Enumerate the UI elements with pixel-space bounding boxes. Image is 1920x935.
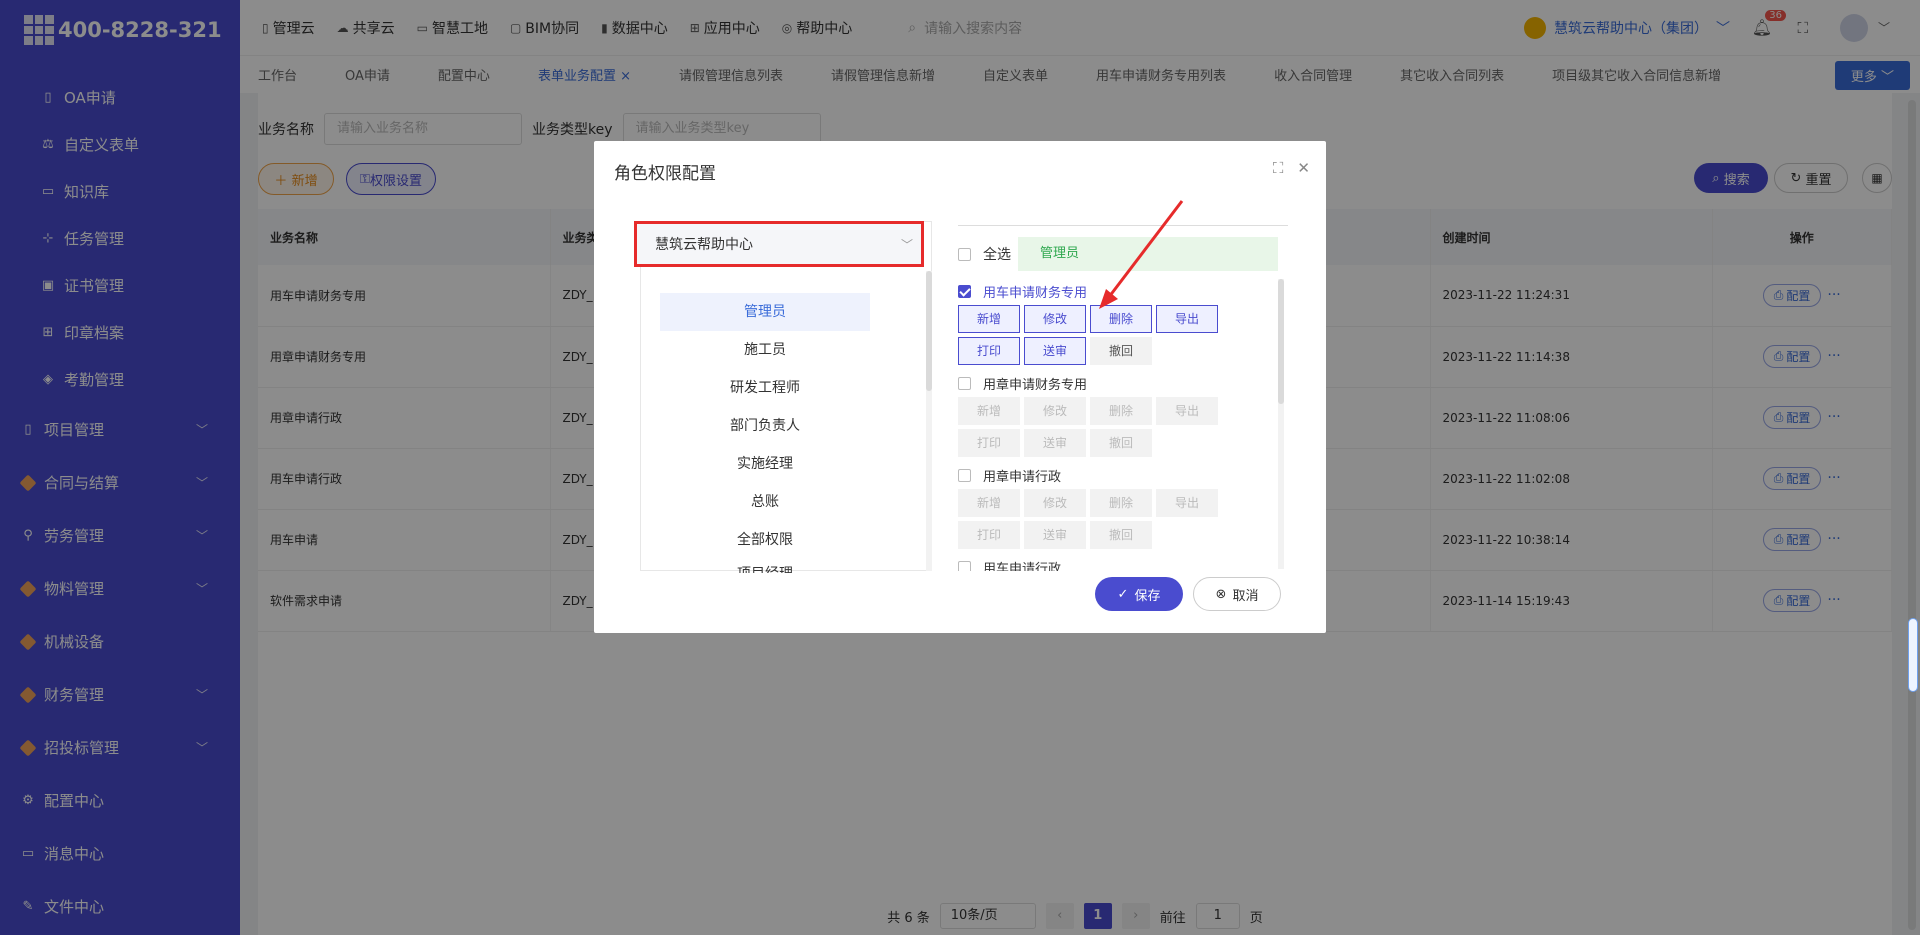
perm-edit[interactable]: 修改 (1024, 305, 1086, 333)
permission-group-title[interactable]: 用车申请行政 (958, 557, 1280, 571)
select-all-label: 全选 (983, 247, 1011, 263)
current-role-chip: 管理员 (1018, 237, 1278, 271)
role-item[interactable]: 项目经理 (660, 559, 870, 573)
cancel-button[interactable]: ⊗ 取消 (1193, 577, 1281, 611)
check-icon: ✓ (1117, 586, 1129, 602)
permission-header: 全选 管理员 (958, 237, 1288, 271)
perm-print[interactable]: 打印 (958, 521, 1020, 549)
permission-scrollbar[interactable] (1278, 279, 1284, 569)
perm-add[interactable]: 新增 (958, 305, 1020, 333)
org-select[interactable]: 慧筑云帮助中心 ﹀ (634, 221, 924, 267)
perm-submit[interactable]: 送审 (1024, 429, 1086, 457)
perm-submit[interactable]: 送审 (1024, 337, 1086, 365)
perm-export[interactable]: 导出 (1156, 305, 1218, 333)
group-checkbox[interactable] (958, 560, 971, 571)
permission-group-title[interactable]: 用车申请财务专用 (958, 281, 1280, 301)
perm-edit[interactable]: 修改 (1024, 397, 1086, 425)
permission-group: 用车申请财务专用 新增 修改 删除 导出 打印 送审 撤回 (958, 281, 1280, 365)
role-list: 管理员 施工员 研发工程师 部门负责人 实施经理 总账 全部权限 项目经理 (660, 293, 870, 573)
permission-group: 用车申请行政 新增 修改 删除 导出 (958, 557, 1280, 571)
role-item[interactable]: 施工员 (660, 331, 870, 369)
save-button[interactable]: ✓ 保存 (1095, 577, 1183, 611)
role-item[interactable]: 部门负责人 (660, 407, 870, 445)
chevron-down-icon: ﹀ (900, 237, 913, 252)
select-all-checkbox[interactable] (958, 247, 971, 261)
perm-export[interactable]: 导出 (1156, 489, 1218, 517)
permission-group: 用章申请财务专用 新增 修改 删除 导出 打印 送审 撤回 (958, 373, 1280, 457)
group-checkbox[interactable] (958, 376, 971, 390)
permission-buttons: 新增 修改 删除 导出 打印 送审 撤回 (958, 489, 1280, 549)
perm-delete[interactable]: 删除 (1090, 305, 1152, 333)
permission-buttons: 新增 修改 删除 导出 打印 送审 撤回 (958, 305, 1280, 365)
role-permission-modal: 角色权限配置 ⛶ ✕ 慧筑云帮助中心 ﹀ 管理员 施工员 研发工程师 部门负责人… (594, 141, 1326, 633)
permission-buttons: 新增 修改 删除 导出 打印 送审 撤回 (958, 397, 1280, 457)
modal-title: 角色权限配置 (614, 164, 716, 184)
group-checkbox[interactable] (958, 284, 971, 298)
perm-edit[interactable]: 修改 (1024, 489, 1086, 517)
side-handle[interactable] (1908, 618, 1918, 692)
perm-delete[interactable]: 删除 (1090, 489, 1152, 517)
perm-delete[interactable]: 删除 (1090, 397, 1152, 425)
permission-group-title[interactable]: 用章申请财务专用 (958, 373, 1280, 393)
perm-withdraw[interactable]: 撤回 (1090, 429, 1152, 457)
role-item[interactable]: 研发工程师 (660, 369, 870, 407)
group-checkbox[interactable] (958, 468, 971, 482)
perm-print[interactable]: 打印 (958, 429, 1020, 457)
org-select-value: 慧筑云帮助中心 (655, 237, 753, 253)
perm-add[interactable]: 新增 (958, 489, 1020, 517)
perm-print[interactable]: 打印 (958, 337, 1020, 365)
role-item[interactable]: 管理员 (660, 293, 870, 331)
modal-controls: ⛶ ✕ (1273, 159, 1310, 177)
close-icon[interactable]: ✕ (1297, 159, 1310, 177)
perm-submit[interactable]: 送审 (1024, 521, 1086, 549)
perm-export[interactable]: 导出 (1156, 397, 1218, 425)
perm-withdraw[interactable]: 撤回 (1090, 521, 1152, 549)
role-item[interactable]: 实施经理 (660, 445, 870, 483)
role-item[interactable]: 全部权限 (660, 521, 870, 559)
maximize-icon[interactable]: ⛶ (1273, 159, 1284, 177)
permission-group: 用章申请行政 新增 修改 删除 导出 打印 送审 撤回 (958, 465, 1280, 549)
permission-list: 用车申请财务专用 新增 修改 删除 导出 打印 送审 撤回 用章申请财务专用 新… (958, 281, 1280, 571)
permission-group-title[interactable]: 用章申请行政 (958, 465, 1280, 485)
role-scrollbar[interactable] (926, 271, 932, 571)
perm-add[interactable]: 新增 (958, 397, 1020, 425)
divider (958, 225, 1288, 226)
perm-withdraw[interactable]: 撤回 (1090, 337, 1152, 365)
role-item[interactable]: 总账 (660, 483, 870, 521)
cancel-circle-icon: ⊗ (1215, 586, 1227, 602)
